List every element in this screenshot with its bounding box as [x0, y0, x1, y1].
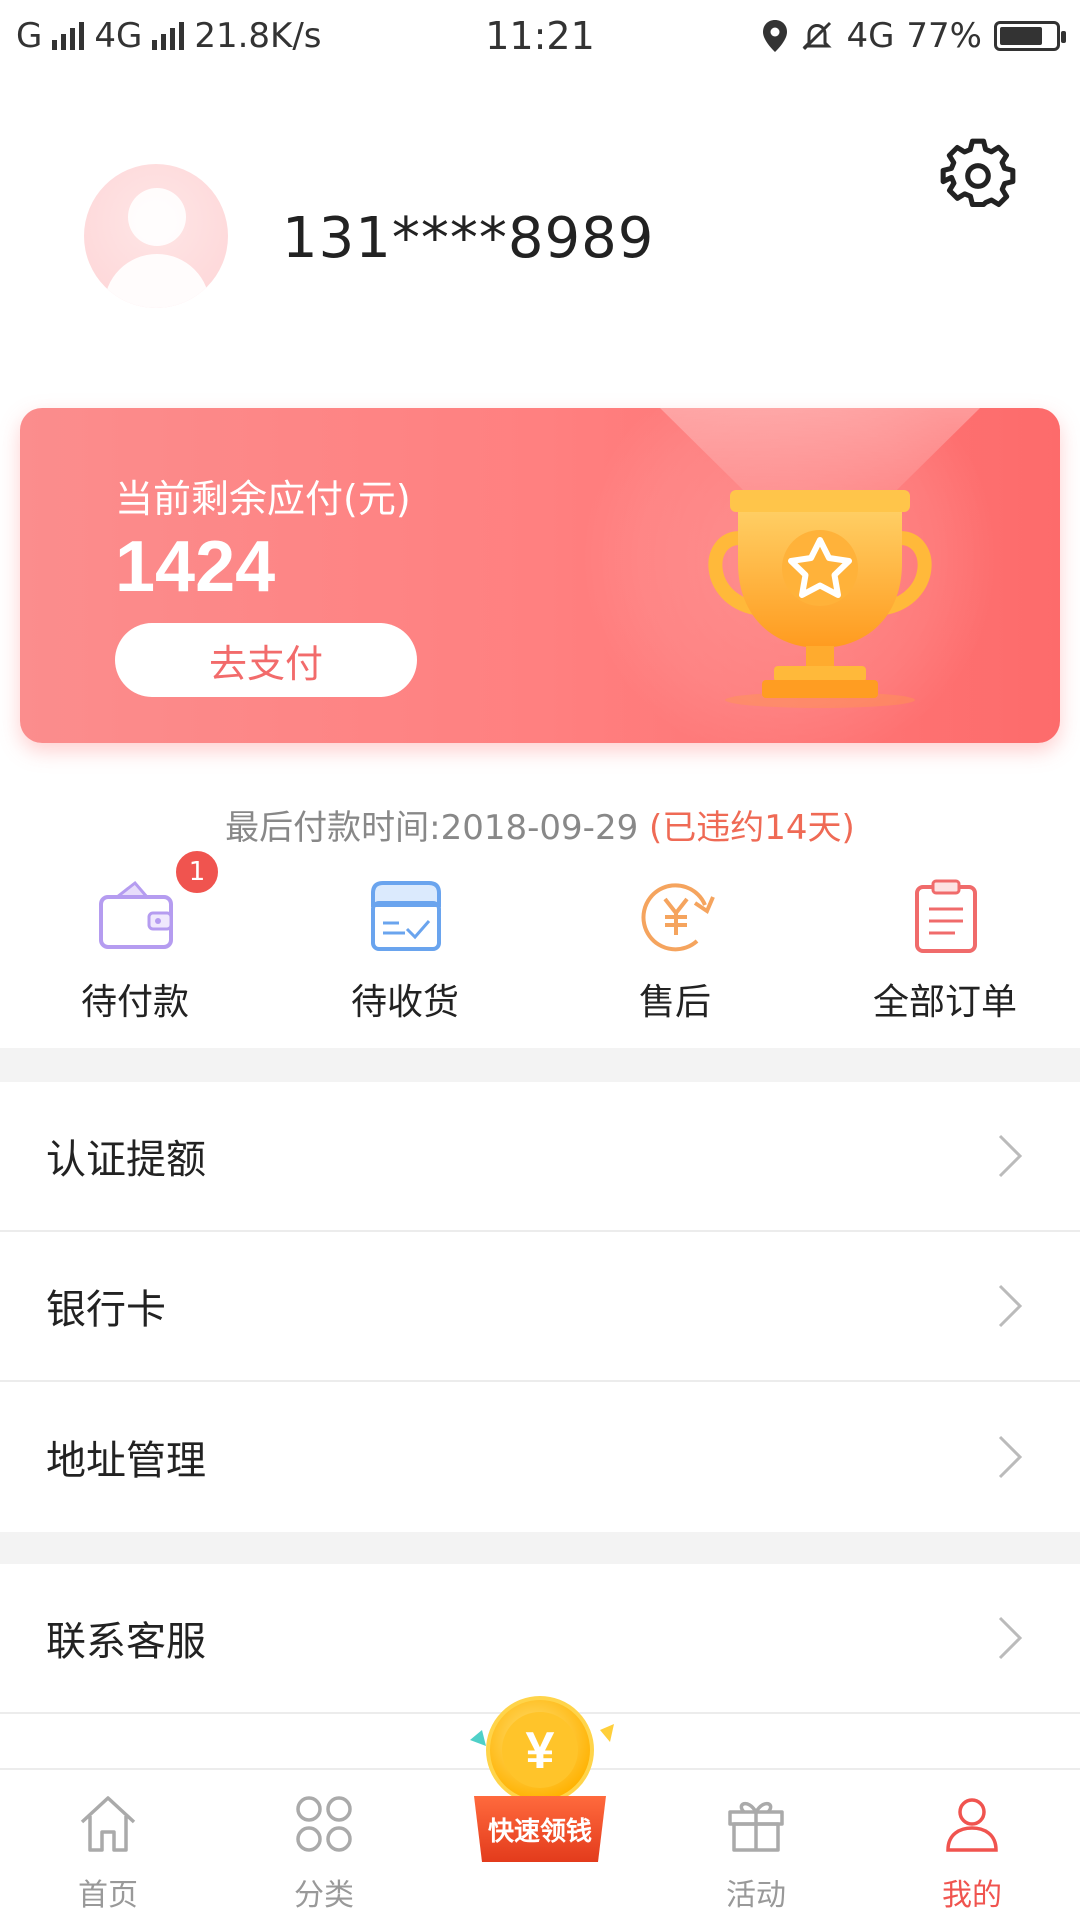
balance-card: 当前剩余应付(元) 1424 去支付: [20, 408, 1060, 743]
chevron-right-icon: [998, 1134, 1023, 1178]
battery-icon: [994, 21, 1066, 51]
order-pending-receipt[interactable]: 待收货: [270, 865, 540, 1045]
gift-icon: [728, 1801, 784, 1852]
wallet-icon: [99, 880, 173, 949]
order-pending-payment[interactable]: 1 待付款: [0, 849, 270, 1045]
home-icon: [80, 1796, 136, 1852]
tab-activity[interactable]: 活动: [648, 1770, 864, 1922]
chevron-right-icon: [998, 1284, 1023, 1328]
person-icon: [946, 1798, 998, 1852]
quick-cash-promo-button[interactable]: ¥ 快速领钱: [460, 1690, 620, 1870]
last-payment-line: 最后付款时间:2018-09-29 (已违约14天): [0, 800, 1080, 849]
network-right-label: 4G: [846, 16, 895, 56]
clipboard-icon: [915, 879, 977, 953]
status-bar: G 4G 21.8K/s 11:21 4G 77%: [0, 0, 1080, 76]
order-shortcuts: 1 待付款 待收货 售后 全部订单: [0, 849, 1080, 1045]
balance-amount: 1424: [115, 527, 276, 607]
promo-symbol: ¥: [526, 1722, 555, 1780]
location-icon: [763, 20, 788, 52]
last-payment-date: 最后付款时间:2018-09-29: [225, 808, 650, 848]
menu-item-label: 联系客服: [46, 1619, 206, 1665]
category-icon: [296, 1796, 352, 1852]
tab-category[interactable]: 分类: [216, 1770, 432, 1922]
balance-label: 当前剩余应付(元): [115, 477, 411, 521]
section-divider: [0, 1532, 1080, 1564]
menu-item-verify-limit[interactable]: 认证提额: [0, 1082, 1080, 1232]
order-all-label: 全部订单: [872, 982, 1017, 1023]
order-all[interactable]: 全部订单: [810, 865, 1080, 1045]
tab-label: 我的: [942, 1878, 1002, 1913]
order-pending-payment-label: 待付款: [80, 982, 189, 1023]
mute-bell-icon: [802, 21, 833, 51]
menu-item-label: 银行卡: [46, 1287, 166, 1333]
gear-icon[interactable]: [940, 138, 1016, 214]
battery-label: 77%: [906, 16, 982, 56]
tab-home[interactable]: 首页: [0, 1770, 216, 1922]
order-after-sales-label: 售后: [638, 982, 711, 1023]
pending-payment-badge: 1: [174, 849, 220, 895]
delivery-box-icon: [371, 881, 441, 951]
menu-item-label: 认证提额: [46, 1137, 206, 1183]
yuan-refresh-icon: [641, 883, 715, 952]
tab-mine[interactable]: 我的: [864, 1770, 1080, 1922]
promo-label: 快速领钱: [488, 1816, 592, 1847]
overdue-status: (已违约14天): [649, 808, 855, 848]
tab-label: 活动: [726, 1878, 786, 1913]
chevron-right-icon: [998, 1435, 1023, 1479]
tab-label: 首页: [78, 1878, 138, 1913]
menu-item-bank-card[interactable]: 银行卡: [0, 1232, 1080, 1382]
section-divider: [0, 1048, 1080, 1082]
avatar[interactable]: [84, 164, 228, 308]
trophy-icon: [708, 490, 932, 708]
order-after-sales[interactable]: 售后: [540, 865, 810, 1045]
pay-button[interactable]: 去支付: [115, 623, 417, 697]
tab-label: 分类: [294, 1878, 354, 1913]
order-pending-receipt-label: 待收货: [350, 982, 459, 1023]
status-right: 4G 77%: [762, 16, 1066, 56]
chevron-right-icon: [998, 1616, 1023, 1660]
menu-item-label: 地址管理: [46, 1438, 206, 1484]
user-phone: 131****8989: [282, 206, 655, 271]
menu-item-address[interactable]: 地址管理: [0, 1382, 1080, 1532]
